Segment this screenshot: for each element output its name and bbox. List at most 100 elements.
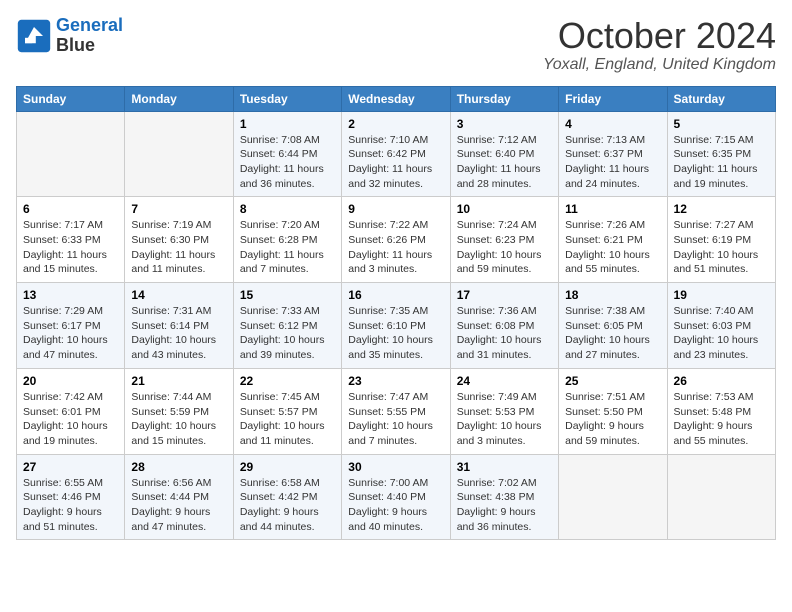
day-number: 2 <box>348 117 443 131</box>
cell-sun-info: Sunrise: 7:47 AMSunset: 5:55 PMDaylight:… <box>348 390 443 449</box>
calendar-cell: 28 Sunrise: 6:56 AMSunset: 4:44 PMDayligh… <box>125 454 233 540</box>
weekday-header: Tuesday <box>233 86 341 111</box>
cell-sun-info: Sunrise: 7:42 AMSunset: 6:01 PMDaylight:… <box>23 390 118 449</box>
day-number: 11 <box>565 202 660 216</box>
calendar-cell: 25 Sunrise: 7:51 AMSunset: 5:50 PMDayligh… <box>559 368 667 454</box>
weekday-header: Friday <box>559 86 667 111</box>
calendar-cell: 6 Sunrise: 7:17 AMSunset: 6:33 PMDaylight… <box>17 197 125 283</box>
weekday-header: Sunday <box>17 86 125 111</box>
calendar-cell <box>125 111 233 197</box>
cell-sun-info: Sunrise: 7:31 AMSunset: 6:14 PMDaylight:… <box>131 304 226 363</box>
cell-sun-info: Sunrise: 7:19 AMSunset: 6:30 PMDaylight:… <box>131 218 226 277</box>
day-number: 8 <box>240 202 335 216</box>
calendar-cell: 21Sunrise: 7:44 AMSunset: 5:59 PMDayligh… <box>125 368 233 454</box>
day-number: 3 <box>457 117 552 131</box>
cell-sun-info: Sunrise: 7:40 AMSunset: 6:03 PMDaylight:… <box>674 304 769 363</box>
cell-sun-info: Sunrise: 7:22 AMSunset: 6:26 PMDaylight:… <box>348 218 443 277</box>
calendar-week-row: 1 Sunrise: 7:08 AMSunset: 6:44 PMDaylight… <box>17 111 776 197</box>
cell-sun-info: Sunrise: 7:51 AMSunset: 5:50 PMDaylight:… <box>565 390 660 449</box>
cell-sun-info: Sunrise: 7:24 AMSunset: 6:23 PMDaylight:… <box>457 218 552 277</box>
day-number: 22 <box>240 374 335 388</box>
cell-sun-info: Sunrise: 7:17 AMSunset: 6:33 PMDaylight:… <box>23 218 118 277</box>
weekday-header: Monday <box>125 86 233 111</box>
day-number: 1 <box>240 117 335 131</box>
month-title: October 2024 <box>543 16 776 56</box>
day-number: 27 <box>23 460 118 474</box>
calendar-cell: 13 Sunrise: 7:29 AMSunset: 6:17 PMDayligh… <box>17 283 125 369</box>
calendar-cell: 27Sunrise: 6:55 AMSunset: 4:46 PMDayligh… <box>17 454 125 540</box>
cell-sun-info: Sunrise: 7:29 AMSunset: 6:17 PMDaylight:… <box>23 304 118 363</box>
calendar-cell: 2 Sunrise: 7:10 AMSunset: 6:42 PMDaylight… <box>342 111 450 197</box>
logo-icon <box>16 18 52 54</box>
cell-sun-info: Sunrise: 7:53 AMSunset: 5:48 PMDaylight:… <box>674 390 769 449</box>
calendar-table: SundayMondayTuesdayWednesdayThursdayFrid… <box>16 86 776 541</box>
weekday-header: Saturday <box>667 86 775 111</box>
cell-sun-info: Sunrise: 7:10 AMSunset: 6:42 PMDaylight:… <box>348 133 443 192</box>
logo: General Blue <box>16 16 123 56</box>
day-number: 14 <box>131 288 226 302</box>
calendar-cell: 26Sunrise: 7:53 AMSunset: 5:48 PMDayligh… <box>667 368 775 454</box>
cell-sun-info: Sunrise: 7:26 AMSunset: 6:21 PMDaylight:… <box>565 218 660 277</box>
calendar-cell: 3 Sunrise: 7:12 AMSunset: 6:40 PMDaylight… <box>450 111 558 197</box>
calendar-cell: 20Sunrise: 7:42 AMSunset: 6:01 PMDayligh… <box>17 368 125 454</box>
day-number: 4 <box>565 117 660 131</box>
calendar-cell: 1 Sunrise: 7:08 AMSunset: 6:44 PMDaylight… <box>233 111 341 197</box>
day-number: 25 <box>565 374 660 388</box>
day-number: 12 <box>674 202 769 216</box>
calendar-cell: 14 Sunrise: 7:31 AMSunset: 6:14 PMDayligh… <box>125 283 233 369</box>
day-number: 23 <box>348 374 443 388</box>
calendar-cell: 30Sunrise: 7:00 AMSunset: 4:40 PMDayligh… <box>342 454 450 540</box>
day-number: 15 <box>240 288 335 302</box>
cell-sun-info: Sunrise: 6:56 AMSunset: 4:44 PMDaylight:… <box>131 476 226 535</box>
day-number: 7 <box>131 202 226 216</box>
calendar-cell: 7 Sunrise: 7:19 AMSunset: 6:30 PMDaylight… <box>125 197 233 283</box>
day-number: 17 <box>457 288 552 302</box>
day-number: 28 <box>131 460 226 474</box>
day-number: 29 <box>240 460 335 474</box>
day-number: 24 <box>457 374 552 388</box>
calendar-cell <box>559 454 667 540</box>
cell-sun-info: Sunrise: 7:20 AMSunset: 6:28 PMDaylight:… <box>240 218 335 277</box>
cell-sun-info: Sunrise: 6:58 AMSunset: 4:42 PMDaylight:… <box>240 476 335 535</box>
day-number: 18 <box>565 288 660 302</box>
calendar-cell: 29 Sunrise: 6:58 AMSunset: 4:42 PMDayligh… <box>233 454 341 540</box>
calendar-cell: 31Sunrise: 7:02 AMSunset: 4:38 PMDayligh… <box>450 454 558 540</box>
calendar-cell: 24 Sunrise: 7:49 AMSunset: 5:53 PMDayligh… <box>450 368 558 454</box>
cell-sun-info: Sunrise: 7:35 AMSunset: 6:10 PMDaylight:… <box>348 304 443 363</box>
cell-sun-info: Sunrise: 7:36 AMSunset: 6:08 PMDaylight:… <box>457 304 552 363</box>
cell-sun-info: Sunrise: 7:44 AMSunset: 5:59 PMDaylight:… <box>131 390 226 449</box>
day-number: 16 <box>348 288 443 302</box>
day-number: 31 <box>457 460 552 474</box>
cell-sun-info: Sunrise: 7:45 AMSunset: 5:57 PMDaylight:… <box>240 390 335 449</box>
cell-sun-info: Sunrise: 7:15 AMSunset: 6:35 PMDaylight:… <box>674 133 769 192</box>
day-number: 13 <box>23 288 118 302</box>
cell-sun-info: Sunrise: 7:13 AMSunset: 6:37 PMDaylight:… <box>565 133 660 192</box>
calendar-cell: 9 Sunrise: 7:22 AMSunset: 6:26 PMDaylight… <box>342 197 450 283</box>
cell-sun-info: Sunrise: 7:08 AMSunset: 6:44 PMDaylight:… <box>240 133 335 192</box>
title-area: October 2024 Yoxall, England, United Kin… <box>543 16 776 74</box>
day-number: 6 <box>23 202 118 216</box>
calendar-cell: 4 Sunrise: 7:13 AMSunset: 6:37 PMDaylight… <box>559 111 667 197</box>
page-header: General Blue October 2024 Yoxall, Englan… <box>16 16 776 74</box>
day-number: 10 <box>457 202 552 216</box>
cell-sun-info: Sunrise: 7:27 AMSunset: 6:19 PMDaylight:… <box>674 218 769 277</box>
calendar-cell: 8 Sunrise: 7:20 AMSunset: 6:28 PMDaylight… <box>233 197 341 283</box>
day-number: 9 <box>348 202 443 216</box>
day-number: 5 <box>674 117 769 131</box>
calendar-cell: 12 Sunrise: 7:27 AMSunset: 6:19 PMDayligh… <box>667 197 775 283</box>
calendar-cell: 15Sunrise: 7:33 AMSunset: 6:12 PMDayligh… <box>233 283 341 369</box>
calendar-week-row: 13 Sunrise: 7:29 AMSunset: 6:17 PMDayligh… <box>17 283 776 369</box>
weekday-header: Thursday <box>450 86 558 111</box>
cell-sun-info: Sunrise: 7:49 AMSunset: 5:53 PMDaylight:… <box>457 390 552 449</box>
calendar-cell <box>17 111 125 197</box>
weekday-header: Wednesday <box>342 86 450 111</box>
cell-sun-info: Sunrise: 7:00 AMSunset: 4:40 PMDaylight:… <box>348 476 443 535</box>
calendar-cell: 19Sunrise: 7:40 AMSunset: 6:03 PMDayligh… <box>667 283 775 369</box>
calendar-cell: 5 Sunrise: 7:15 AMSunset: 6:35 PMDaylight… <box>667 111 775 197</box>
location: Yoxall, England, United Kingdom <box>543 56 776 74</box>
calendar-cell <box>667 454 775 540</box>
calendar-header-row: SundayMondayTuesdayWednesdayThursdayFrid… <box>17 86 776 111</box>
calendar-cell: 22 Sunrise: 7:45 AMSunset: 5:57 PMDayligh… <box>233 368 341 454</box>
logo-text: General Blue <box>56 16 123 56</box>
cell-sun-info: Sunrise: 7:12 AMSunset: 6:40 PMDaylight:… <box>457 133 552 192</box>
